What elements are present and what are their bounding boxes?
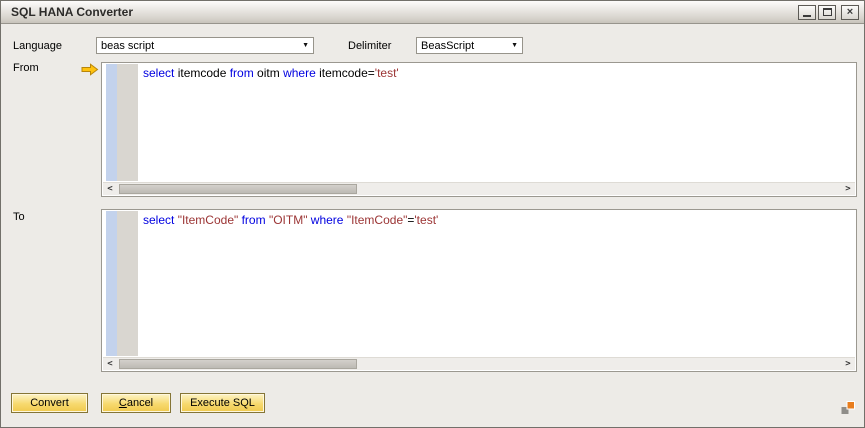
to-editor-gutter xyxy=(117,211,138,356)
window-controls: × xyxy=(798,4,859,20)
titlebar: SQL HANA Converter × xyxy=(1,1,864,24)
to-editor-hscrollbar[interactable]: < > xyxy=(103,357,855,370)
execute-sql-button-label: Execute SQL xyxy=(190,397,255,409)
execute-sql-button[interactable]: Execute SQL xyxy=(180,393,265,413)
from-sql-text[interactable]: select itemcode from oitm where itemcode… xyxy=(143,66,852,81)
to-scroll-thumb[interactable] xyxy=(119,359,357,369)
delimiter-label: Delimiter xyxy=(348,40,392,52)
language-label: Language xyxy=(13,40,62,52)
minimize-button[interactable] xyxy=(798,4,816,20)
from-label: From xyxy=(13,62,39,74)
scroll-right-icon[interactable]: > xyxy=(841,183,855,196)
language-select[interactable]: beas script ▼ xyxy=(96,37,314,54)
maximize-icon xyxy=(822,8,832,16)
to-editor[interactable]: select "ItemCode" from "OITM" where "Ite… xyxy=(101,209,857,372)
from-editor[interactable]: select itemcode from oitm where itemcode… xyxy=(101,62,857,197)
maximize-button[interactable] xyxy=(818,4,836,20)
chevron-down-icon: ▼ xyxy=(302,42,309,49)
convert-button[interactable]: Convert xyxy=(11,393,88,413)
delimiter-select[interactable]: BeasScript ▼ xyxy=(416,37,523,54)
sql-hana-converter-window: SQL HANA Converter × Language beas scrip… xyxy=(0,0,865,428)
cancel-button-mnemonic: C xyxy=(118,397,127,409)
to-editor-gutter-margin xyxy=(106,211,117,356)
scroll-left-icon[interactable]: < xyxy=(103,358,117,371)
from-scroll-thumb[interactable] xyxy=(119,184,357,194)
language-value: beas script xyxy=(101,39,155,52)
to-label: To xyxy=(13,211,25,223)
scroll-left-icon[interactable]: < xyxy=(103,183,117,196)
from-scroll-track[interactable] xyxy=(117,183,841,195)
from-editor-gutter-margin xyxy=(106,64,117,181)
minimize-icon xyxy=(803,14,811,17)
delimiter-value: BeasScript xyxy=(421,39,475,52)
scroll-right-icon[interactable]: > xyxy=(841,358,855,371)
window-title: SQL HANA Converter xyxy=(11,5,134,19)
close-button[interactable]: × xyxy=(841,4,859,20)
resize-grip-icon[interactable] xyxy=(840,400,856,416)
cancel-button[interactable]: Cancel xyxy=(101,393,171,413)
cancel-button-label: ancel xyxy=(126,397,154,409)
chevron-down-icon: ▼ xyxy=(511,42,518,49)
from-editor-gutter xyxy=(117,64,138,181)
from-editor-hscrollbar[interactable]: < > xyxy=(103,182,855,195)
to-sql-text[interactable]: select "ItemCode" from "OITM" where "Ite… xyxy=(143,213,852,228)
arrow-right-icon xyxy=(81,63,99,76)
close-icon: × xyxy=(846,5,854,18)
convert-button-label: Convert xyxy=(30,397,69,409)
to-scroll-track[interactable] xyxy=(117,358,841,370)
